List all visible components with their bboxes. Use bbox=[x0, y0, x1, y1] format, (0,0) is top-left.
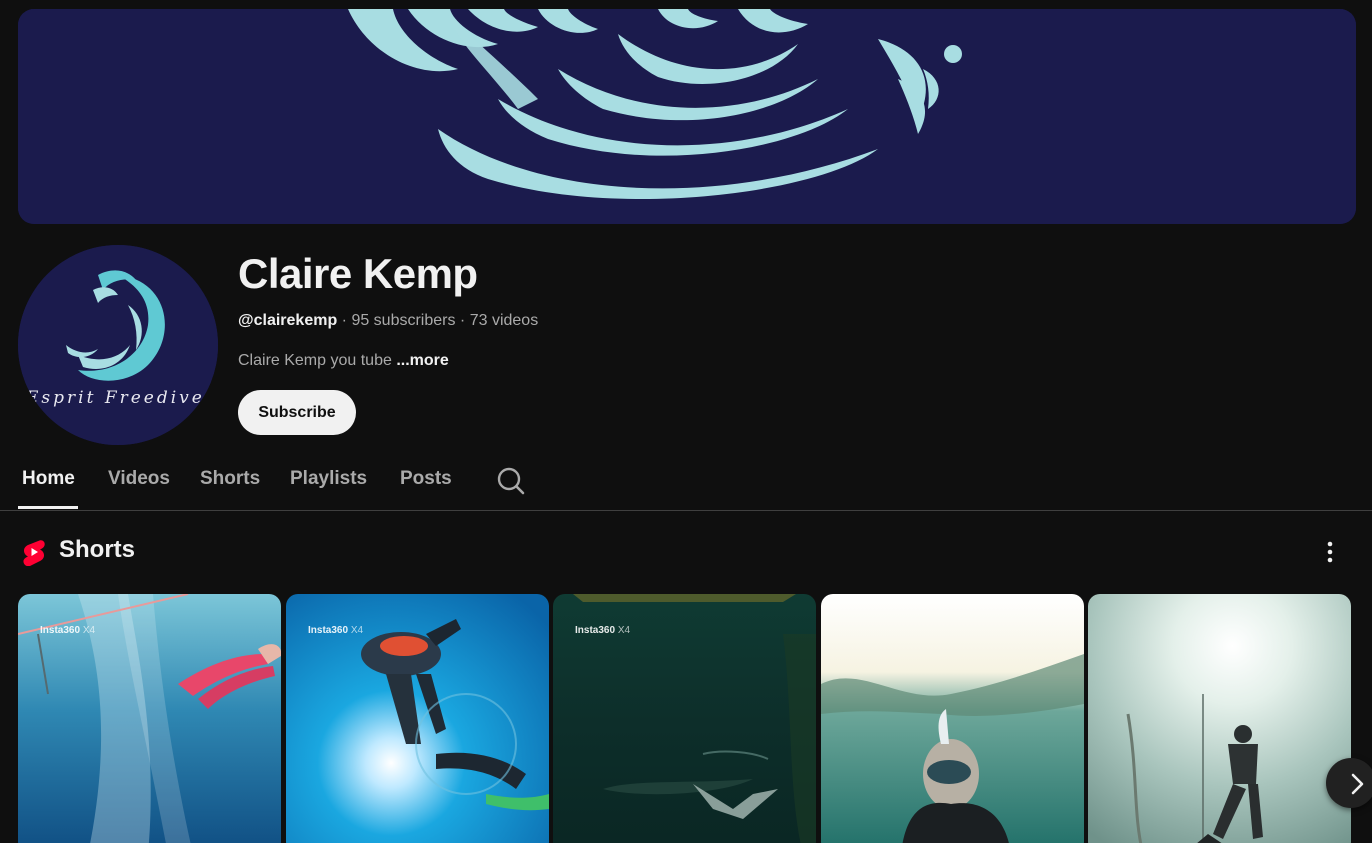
channel-tabs: Home Videos Shorts Playlists Posts bbox=[0, 455, 1372, 511]
video-count: 73 videos bbox=[469, 312, 539, 329]
short-card[interactable] bbox=[1088, 594, 1351, 843]
short-thumbnail bbox=[821, 594, 1084, 843]
tab-videos[interactable]: Videos bbox=[108, 468, 170, 490]
shorts-section-title: Shorts bbox=[59, 536, 136, 563]
subscriber-count: 95 subscribers bbox=[351, 312, 456, 329]
shelf-next-button[interactable] bbox=[1326, 758, 1372, 808]
shorts-more-button[interactable] bbox=[1318, 538, 1342, 566]
short-card[interactable]: Insta360 X4 bbox=[286, 594, 549, 843]
short-card[interactable] bbox=[821, 594, 1084, 843]
shorts-shelf: Insta360 X4 Insta360 X4 Insta360 X4 bbox=[18, 594, 1356, 843]
meta-separator: · bbox=[337, 312, 352, 329]
channel-banner bbox=[18, 9, 1356, 224]
watermark: Insta360 X4 bbox=[40, 625, 96, 636]
channel-description[interactable]: Claire Kemp you tube ...more bbox=[238, 352, 449, 370]
youtube-shorts-icon bbox=[23, 540, 45, 566]
tab-posts[interactable]: Posts bbox=[400, 468, 452, 490]
more-link[interactable]: ...more bbox=[396, 352, 448, 369]
channel-avatar[interactable]: Esprit Freediver bbox=[18, 245, 218, 445]
active-tab-indicator bbox=[18, 506, 78, 509]
channel-name: Claire Kemp bbox=[238, 250, 478, 297]
watermark: Insta360 X4 bbox=[308, 625, 364, 636]
chevron-right-icon bbox=[1351, 773, 1364, 795]
tab-home[interactable]: Home bbox=[22, 468, 75, 490]
short-thumbnail bbox=[1088, 594, 1351, 843]
channel-meta: @clairekemp · 95 subscribers · 73 videos bbox=[238, 312, 538, 330]
channel-page: Esprit Freediver Claire Kemp @clairekemp… bbox=[0, 0, 1372, 843]
avatar-script-text: Esprit Freediver bbox=[26, 388, 216, 408]
short-card[interactable]: Insta360 X4 bbox=[18, 594, 281, 843]
channel-handle: @clairekemp bbox=[238, 312, 338, 329]
tab-playlists[interactable]: Playlists bbox=[290, 468, 367, 490]
subscribe-button[interactable]: Subscribe bbox=[238, 390, 356, 435]
watermark: Insta360 X4 bbox=[575, 625, 631, 636]
description-text: Claire Kemp you tube bbox=[238, 352, 397, 369]
more-vertical-icon bbox=[1327, 541, 1333, 563]
wave-artwork bbox=[18, 9, 1356, 224]
search-icon bbox=[497, 467, 525, 495]
meta-separator: · bbox=[455, 312, 470, 329]
short-card[interactable]: Insta360 X4 bbox=[553, 594, 816, 843]
tab-shorts[interactable]: Shorts bbox=[200, 468, 260, 490]
channel-search-button[interactable] bbox=[495, 465, 527, 497]
wave-logo bbox=[18, 245, 218, 445]
